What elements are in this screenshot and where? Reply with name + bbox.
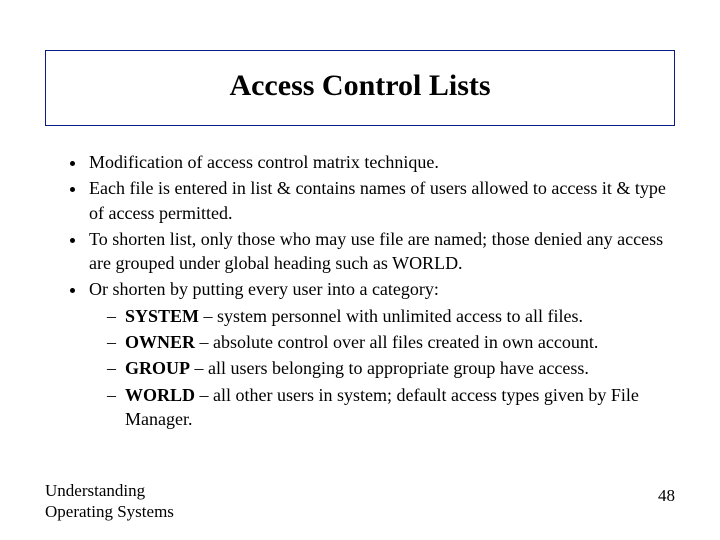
footer-line: Operating Systems [45,502,174,521]
footer-left: Understanding Operating Systems [45,481,174,522]
sub-item: OWNER – absolute control over all files … [107,330,675,354]
sub-item: SYSTEM – system personnel with unlimited… [107,304,675,328]
sub-list: SYSTEM – system personnel with unlimited… [89,304,675,431]
category-desc: – all other users in system; default acc… [125,385,639,429]
category-desc: – system personnel with unlimited access… [199,306,583,326]
category-name: OWNER [125,332,195,352]
category-desc: – absolute control over all files create… [195,332,598,352]
page-number: 48 [658,486,675,506]
bullet-item: Each file is entered in list & contains … [87,176,675,225]
category-name: GROUP [125,358,190,378]
slide: Access Control Lists Modification of acc… [0,0,720,540]
sub-item: GROUP – all users belonging to appropria… [107,356,675,380]
bullet-list: Modification of access control matrix te… [45,150,675,431]
bullet-item: Or shorten by putting every user into a … [87,277,675,431]
category-name: SYSTEM [125,306,199,326]
footer-line: Understanding [45,481,145,500]
bullet-item: To shorten list, only those who may use … [87,227,675,276]
sub-item: WORLD – all other users in system; defau… [107,383,675,432]
title-box: Access Control Lists [45,50,675,126]
category-desc: – all users belonging to appropriate gro… [190,358,589,378]
slide-title: Access Control Lists [56,69,664,103]
bullet-text: Or shorten by putting every user into a … [89,279,439,299]
bullet-item: Modification of access control matrix te… [87,150,675,174]
category-name: WORLD [125,385,195,405]
